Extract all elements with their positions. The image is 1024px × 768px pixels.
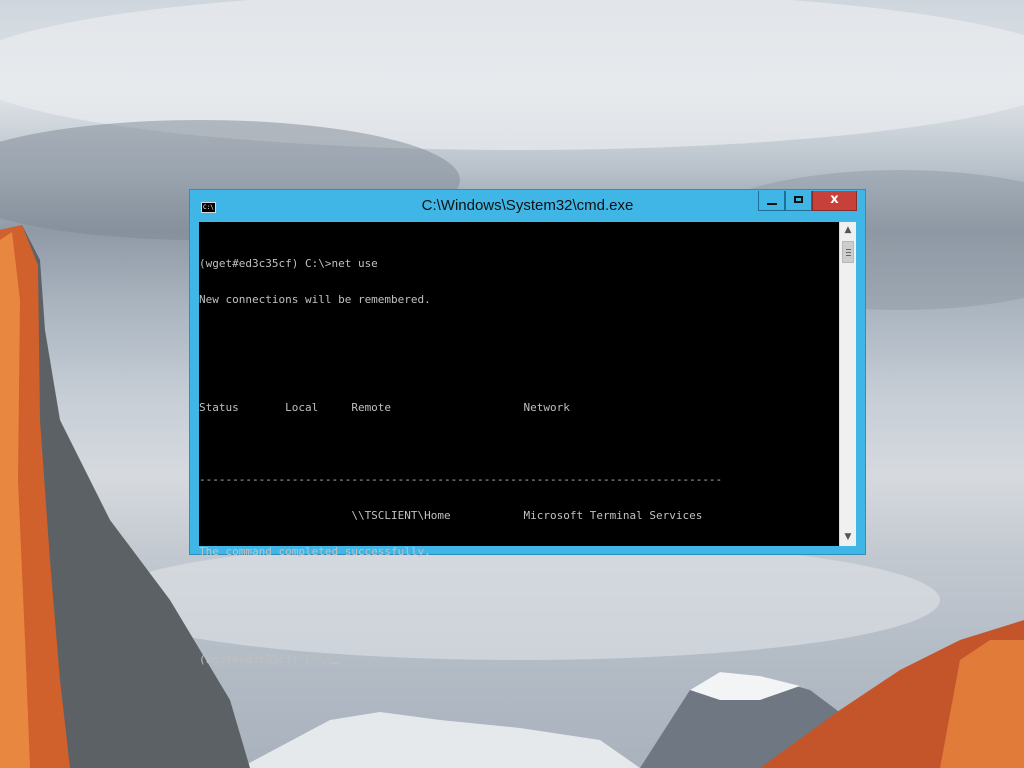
minimize-button[interactable]	[758, 191, 785, 211]
minimize-icon	[767, 203, 777, 205]
maximize-icon	[794, 196, 803, 203]
grip-line	[846, 249, 851, 250]
console-output[interactable]: (wget#ed3c35cf) C:\>net use New connecti…	[199, 222, 839, 666]
desktop-wallpaper: C:\ C:\Windows\System32\cmd.exe x (wget#…	[0, 0, 1024, 768]
close-button[interactable]: x	[812, 191, 857, 211]
grip-line	[846, 252, 851, 253]
text-cursor	[331, 662, 340, 664]
console-line: ----------------------------------------…	[199, 473, 723, 486]
console-line: The command completed successfully.	[199, 545, 431, 558]
console-line: Status Local Remote Network	[199, 401, 570, 414]
scrollbar-thumb[interactable]	[842, 241, 854, 263]
scroll-up-arrow-icon[interactable]: ▲	[840, 222, 856, 239]
console-prompt: (wget#ed3c35cf) C:\>	[199, 653, 332, 666]
cmd-window[interactable]: C:\ C:\Windows\System32\cmd.exe x (wget#…	[189, 189, 866, 666]
close-icon: x	[830, 192, 839, 207]
console-line: New connections will be remembered.	[199, 293, 431, 306]
console-line: (wget#ed3c35cf) C:\>net use	[199, 257, 378, 270]
maximize-button[interactable]	[785, 191, 812, 211]
vertical-scrollbar[interactable]: ▲ ▼	[839, 222, 856, 546]
grip-line	[846, 255, 851, 256]
console-line: \\TSCLIENT\Home Microsoft Terminal Servi…	[199, 509, 703, 522]
title-bar[interactable]: C:\ C:\Windows\System32\cmd.exe x	[190, 190, 865, 222]
console-text: (wget#ed3c35cf) C:\>net use New connecti…	[199, 234, 722, 690]
console-prompt-line[interactable]: (wget#ed3c35cf) C:\>	[199, 654, 722, 666]
scroll-down-arrow-icon[interactable]: ▼	[840, 529, 856, 546]
